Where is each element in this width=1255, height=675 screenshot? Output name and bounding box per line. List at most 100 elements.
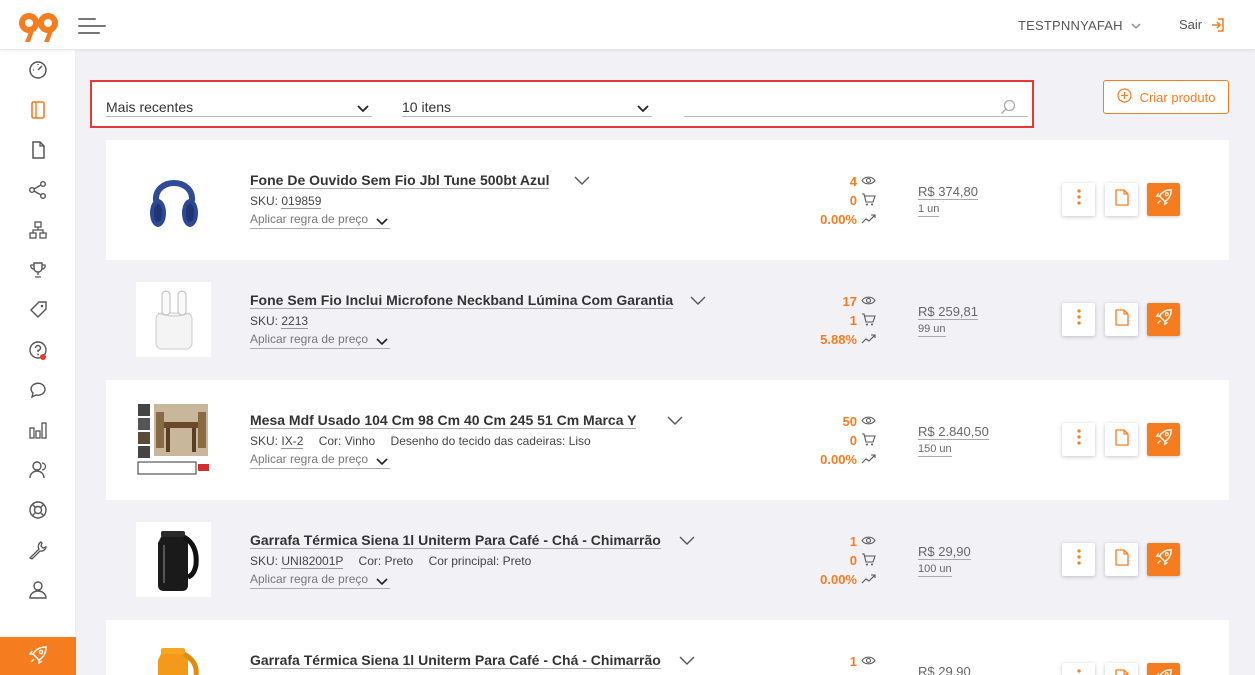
notification-dot — [40, 354, 46, 360]
create-product-button[interactable]: Criar produto — [1103, 80, 1229, 114]
price-value[interactable]: R$ 29,90 — [918, 664, 971, 675]
more-options-button[interactable] — [1062, 663, 1095, 675]
product-stats: 1 0 0.00% — [806, 532, 876, 589]
chevron-down-icon[interactable] — [574, 173, 590, 191]
more-options-button[interactable] — [1062, 423, 1095, 456]
more-options-button[interactable] — [1062, 183, 1095, 216]
chevron-down-icon[interactable] — [690, 293, 706, 311]
variation-attribute: Cor principal: Preto — [428, 554, 532, 568]
stock-units[interactable]: 1 un — [918, 203, 940, 217]
sidebar-item-chat[interactable] — [0, 372, 76, 412]
cart-icon — [861, 312, 876, 329]
products-icon — [28, 100, 48, 125]
stock-units[interactable]: 99 un — [918, 323, 946, 337]
page-size-select[interactable]: 10 itens — [402, 96, 652, 117]
product-image[interactable] — [136, 642, 211, 675]
brand-logo[interactable] — [18, 11, 60, 43]
price-rule-select[interactable]: Aplicar regra de preço — [250, 332, 390, 349]
sidebar-item-tools[interactable] — [0, 532, 76, 572]
product-title[interactable]: Fone Sem Fio Inclui Microfone Neckband L… — [250, 292, 674, 309]
product-title[interactable]: Garrafa Térmica Siena 1l Uniterm Para Ca… — [250, 532, 661, 549]
document-button[interactable] — [1105, 183, 1138, 216]
more-vertical-icon — [1076, 669, 1081, 675]
document-button[interactable] — [1105, 663, 1138, 675]
boost-button[interactable] — [1147, 543, 1180, 576]
product-image[interactable] — [136, 282, 211, 357]
chevron-down-icon[interactable] — [679, 533, 695, 551]
sidebar-item-help[interactable] — [0, 332, 76, 372]
price-rule-select[interactable]: Aplicar regra de preço — [250, 212, 390, 229]
help-icon — [28, 340, 48, 365]
chevron-down-icon[interactable] — [1130, 19, 1142, 37]
product-stats: 1 — [806, 652, 876, 671]
document-icon — [1114, 308, 1129, 331]
sku-value[interactable]: 2213 — [281, 314, 309, 329]
search-icon[interactable] — [1000, 99, 1016, 120]
sidebar-item-reports[interactable] — [0, 412, 76, 452]
share-icon — [28, 180, 48, 205]
sidebar-item-users[interactable] — [0, 452, 76, 492]
price-value[interactable]: R$ 259,81 — [918, 304, 978, 320]
sidebar-item-profile[interactable] — [0, 572, 76, 612]
price-value[interactable]: R$ 2.840,50 — [918, 424, 989, 440]
sku-value[interactable]: IX-2 — [281, 434, 304, 449]
product-image[interactable] — [136, 402, 211, 477]
sidebar-item-share[interactable] — [0, 172, 76, 212]
rocket-icon — [1155, 188, 1173, 211]
product-title[interactable]: Mesa Mdf Usado 104 Cm 98 Cm 40 Cm 245 51… — [250, 412, 637, 429]
boost-button[interactable] — [1147, 663, 1180, 675]
stock-units[interactable]: 100 un — [918, 563, 952, 577]
menu-toggle-button[interactable] — [78, 16, 106, 36]
price-rule-select[interactable]: Aplicar regra de preço — [250, 452, 390, 469]
sidebar-item-boost[interactable] — [0, 637, 76, 675]
sidebar-item-documents[interactable] — [0, 132, 76, 172]
chevron-down-icon[interactable] — [679, 653, 695, 671]
document-button[interactable] — [1105, 543, 1138, 576]
sku-value[interactable]: UNI82001P — [281, 554, 344, 569]
views-count: 50 — [842, 414, 857, 429]
stock-units[interactable]: 150 un — [918, 443, 952, 457]
product-image[interactable] — [136, 522, 211, 597]
sidebar-item-dashboard[interactable] — [0, 52, 76, 92]
sidebar-item-trophy[interactable] — [0, 252, 76, 292]
filter-bar: Mais recentes 10 itens — [90, 80, 1034, 128]
more-vertical-icon — [1076, 309, 1081, 330]
dashboard-icon — [28, 60, 48, 85]
document-button[interactable] — [1105, 303, 1138, 336]
product-title[interactable]: Fone De Ouvido Sem Fio Jbl Tune 500bt Az… — [250, 172, 550, 189]
price-value[interactable]: R$ 29,90 — [918, 544, 971, 560]
eye-icon — [861, 414, 876, 429]
price-rule-label: Aplicar regra de preço — [250, 452, 369, 466]
sidebar-item-hierarchy[interactable] — [0, 212, 76, 252]
boost-button[interactable] — [1147, 183, 1180, 216]
boost-button[interactable] — [1147, 303, 1180, 336]
chevron-down-icon[interactable] — [667, 413, 683, 431]
support-icon — [28, 500, 48, 525]
sidebar-item-support[interactable] — [0, 492, 76, 532]
sidebar-item-products[interactable] — [0, 92, 76, 132]
page-size-select-value: 10 itens — [402, 99, 452, 115]
sidebar-item-tags[interactable] — [0, 292, 76, 332]
hierarchy-icon — [28, 220, 48, 245]
more-options-button[interactable] — [1062, 543, 1095, 576]
product-title[interactable]: Garrafa Térmica Siena 1l Uniterm Para Ca… — [250, 652, 661, 669]
cart-count: 0 — [849, 553, 857, 568]
search-field[interactable] — [684, 96, 1028, 117]
more-options-button[interactable] — [1062, 303, 1095, 336]
variation-attribute: Cor: Vinho — [318, 434, 376, 448]
trend-icon — [861, 572, 876, 587]
product-image[interactable] — [136, 162, 211, 237]
boost-button[interactable] — [1147, 423, 1180, 456]
price-value[interactable]: R$ 374,80 — [918, 184, 978, 200]
search-input[interactable] — [684, 96, 994, 116]
sku-value[interactable]: 019859 — [281, 194, 322, 209]
price-rule-select[interactable]: Aplicar regra de preço — [250, 572, 390, 589]
product-card: Garrafa Térmica Siena 1l Uniterm Para Ca… — [106, 500, 1229, 620]
user-name[interactable]: TESTPNNYAFAH — [1018, 18, 1123, 33]
logout-icon[interactable] — [1209, 17, 1225, 38]
document-button[interactable] — [1105, 423, 1138, 456]
sort-select[interactable]: Mais recentes — [106, 96, 372, 117]
rocket-icon — [28, 645, 48, 670]
logout-link[interactable]: Sair — [1179, 17, 1202, 32]
top-bar: TESTPNNYAFAH Sair — [0, 0, 1255, 50]
